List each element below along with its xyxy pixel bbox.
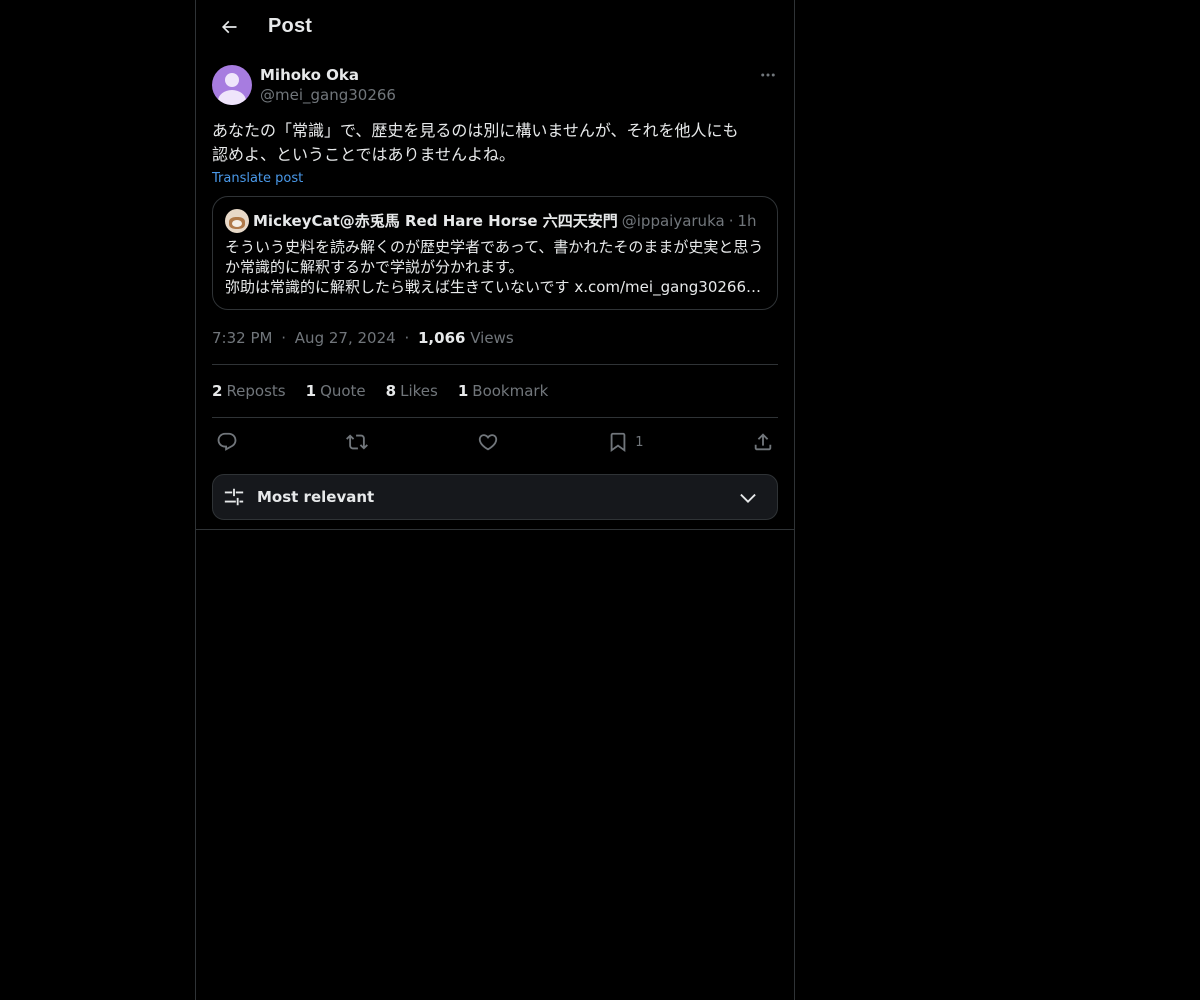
post-meta: 7:32 PM · Aug 27, 2024 · 1,066 Views (212, 328, 778, 365)
quote-text: そういう史料を読み解くのが歴史学者であって、書かれたそのままが史実と思う か常識… (225, 237, 765, 297)
quotes-label: Quote (320, 382, 366, 400)
quote-line: そういう史料を読み解くのが歴史学者であって、書かれたそのままが史実と思う (225, 238, 764, 256)
sliders-icon (224, 488, 244, 506)
stat-quotes[interactable]: 1 Quote (306, 382, 366, 400)
separator-dot: · (281, 329, 287, 347)
author-handle[interactable]: @mei_gang30266 (260, 85, 396, 105)
quote-header: MickeyCat@赤兎馬 Red Hare Horse 六四天安門 @ippa… (225, 209, 765, 233)
quoted-post[interactable]: MickeyCat@赤兎馬 Red Hare Horse 六四天安門 @ippa… (212, 196, 778, 310)
repost-button[interactable] (346, 431, 369, 453)
chevron-down-icon (740, 493, 756, 503)
quote-line: か常識的に解釈するかで学説が分かれます。 (225, 258, 524, 276)
more-button[interactable] (758, 65, 778, 85)
sort-replies-dropdown[interactable]: Most relevant (212, 474, 778, 520)
bookmark-icon (610, 432, 626, 453)
divider (196, 529, 794, 530)
avatar[interactable] (212, 65, 252, 105)
views-count: 1,066 (418, 329, 466, 347)
quote-line: 弥助は常識的に解釈したら戦えば生きていないです x.com/mei_gang30… (225, 278, 765, 296)
bookmark-button[interactable]: 1 (607, 431, 644, 453)
reply-icon (217, 432, 237, 451)
separator-dot: · (404, 329, 410, 347)
header: Post (196, 0, 794, 53)
share-button[interactable] (752, 431, 774, 453)
bookmarks-label: Bookmark (472, 382, 549, 400)
quote-author-name: MickeyCat@赤兎馬 Red Hare Horse 六四天安門 (253, 212, 618, 230)
repost-icon (346, 434, 369, 450)
reposts-label: Reposts (226, 382, 286, 400)
post: Mihoko Oka @mei_gang30266 あなたの「常識」で、歴史を見… (196, 65, 794, 520)
translate-post-link[interactable]: Translate post (212, 171, 303, 186)
main-column: Post Mihoko Oka @mei_gang30266 あなたの「常識」で… (195, 0, 795, 1000)
page-title: Post (268, 15, 313, 37)
like-button[interactable] (477, 431, 499, 453)
quote-author-handle: @ippaiyaruka (621, 212, 725, 230)
more-icon (761, 73, 775, 77)
back-button[interactable] (212, 10, 246, 44)
reply-button[interactable] (216, 431, 238, 453)
post-text: あなたの「常識」で、歴史を見るのは別に構いませんが、それを他人にも 認めよ、とい… (212, 121, 739, 164)
separator-dot: · (728, 212, 734, 230)
arrow-left-icon (221, 20, 237, 33)
sort-label: Most relevant (257, 488, 375, 506)
stat-reposts[interactable]: 2 Reposts (212, 382, 286, 400)
post-date[interactable]: Aug 27, 2024 (295, 329, 396, 347)
likes-label: Likes (400, 382, 438, 400)
action-bar: 1 (212, 418, 778, 466)
quote-avatar (225, 209, 249, 233)
post-stats: 2 Reposts 1 Quote 8 Likes 1 Bookmark (212, 365, 778, 418)
quotes-count: 1 (305, 382, 317, 400)
heart-icon (478, 434, 498, 451)
author-name[interactable]: Mihoko Oka (260, 65, 396, 85)
share-icon (754, 433, 772, 451)
author-row: Mihoko Oka @mei_gang30266 (212, 65, 778, 105)
reposts-count: 2 (212, 382, 223, 400)
quote-time: 1h (737, 212, 757, 230)
likes-count: 8 (385, 382, 397, 400)
bookmarks-count: 1 (457, 382, 469, 400)
post-time[interactable]: 7:32 PM (212, 329, 272, 347)
views-label: Views (470, 329, 514, 347)
stat-bookmarks[interactable]: 1 Bookmark (458, 382, 548, 400)
bookmark-count: 1 (635, 434, 644, 450)
author-names: Mihoko Oka @mei_gang30266 (260, 65, 396, 105)
stat-likes[interactable]: 8 Likes (386, 382, 438, 400)
